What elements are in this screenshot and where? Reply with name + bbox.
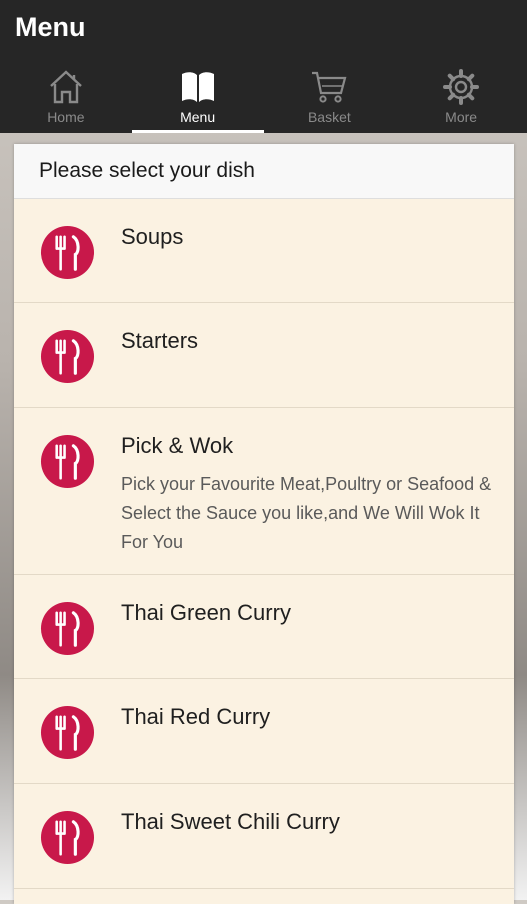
list-item-thai-sweet-chili-curry[interactable]: Thai Sweet Chili Curry [14,784,514,889]
item-name: Thai Green Curry [121,600,291,625]
cutlery-icon [40,434,95,489]
item-description: Pick your Favourite Meat,Poultry or Seaf… [121,474,492,552]
tab-menu[interactable]: Menu [131,62,264,133]
book-icon [181,72,214,102]
list-item-pick-and-wok[interactable]: Pick & Wok Pick your Favourite Meat,Poul… [14,408,514,575]
tab-basket[interactable]: Basket [264,62,396,133]
cutlery-icon [40,329,95,384]
menu-card: Please select your dish Soups Starters P… [14,144,514,904]
gear-icon [443,69,480,105]
cutlery-icon [40,810,95,865]
list-item-thai-green-curry[interactable]: Thai Green Curry [14,575,514,679]
top-app-bar: Menu Home Menu Basket More [0,0,527,133]
item-name: Pick & Wok [121,433,234,458]
item-name: Starters [121,328,199,353]
tab-menu-label: Menu [180,109,216,125]
tab-more-label: More [445,109,478,125]
tab-home[interactable]: Home [0,62,132,133]
section-title: Please select your dish [39,159,255,182]
cutlery-icon [40,705,95,760]
list-item-thai-red-curry[interactable]: Thai Red Curry [14,679,514,784]
list-item-starters[interactable]: Starters [14,303,514,408]
section-header: Please select your dish [14,144,514,199]
tab-more[interactable]: More [395,62,527,133]
page-title: Menu [15,12,86,42]
home-icon [50,70,82,104]
item-name: Thai Sweet Chili Curry [121,809,340,834]
tab-basket-label: Basket [307,109,351,125]
tab-bar: Home Menu Basket More [0,62,527,133]
cart-icon [312,71,347,103]
item-name: Soups [121,224,184,249]
cutlery-icon [40,601,95,656]
list-item-soups[interactable]: Soups [14,199,514,303]
tab-home-label: Home [47,109,85,125]
item-name: Thai Red Curry [121,704,271,729]
cutlery-icon [40,225,95,280]
